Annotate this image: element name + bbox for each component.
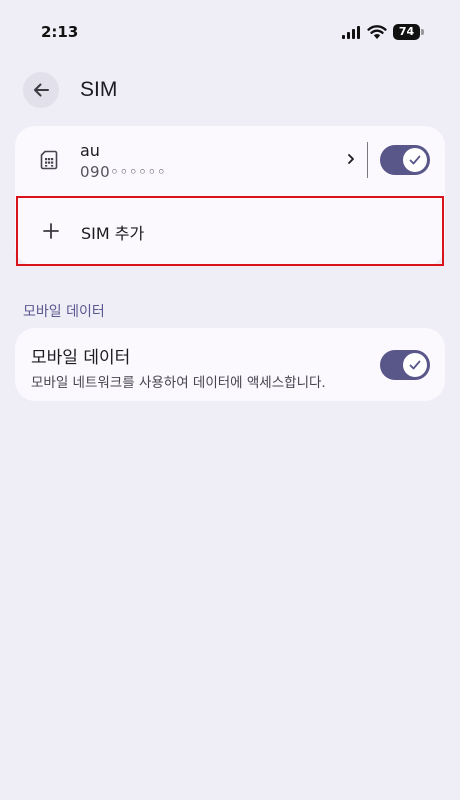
divider [367,142,368,178]
check-icon [409,155,421,165]
add-sim-label: SIM 추가 [81,224,145,243]
status-bar: 2:13 74 [0,0,460,64]
back-button[interactable] [23,72,59,108]
toggle-knob [403,353,427,377]
plus-icon [43,223,59,239]
check-icon [409,360,421,370]
sim-item-au[interactable]: au 090◦◦◦◦◦◦ [15,126,445,194]
sim-card-icon [40,150,58,170]
sim-carrier-name: au [80,141,100,160]
sim-enable-toggle[interactable] [380,145,430,175]
mobile-data-item[interactable]: 모바일 데이터 모바일 네트워크를 사용하여 데이터에 액세스합니다. [15,328,445,401]
toggle-knob [403,148,427,172]
chevron-right-icon [348,154,354,164]
battery-level: 74 [393,24,420,40]
wifi-icon [367,25,387,39]
arrow-back-icon [34,83,49,97]
cellular-signal-icon [342,26,360,39]
status-time: 2:13 [41,23,79,41]
mobile-data-description: 모바일 네트워크를 사용하여 데이터에 액세스합니다. [31,375,326,391]
mobile-data-toggle[interactable] [380,350,430,380]
add-sim-button[interactable]: SIM 추가 [16,196,444,266]
sim-phone-number: 090◦◦◦◦◦◦ [80,163,167,181]
section-header-mobile-data: 모바일 데이터 [23,304,105,320]
battery-icon: 74 [393,24,424,40]
page-title: SIM [80,78,118,101]
mobile-data-title: 모바일 데이터 [31,348,131,368]
